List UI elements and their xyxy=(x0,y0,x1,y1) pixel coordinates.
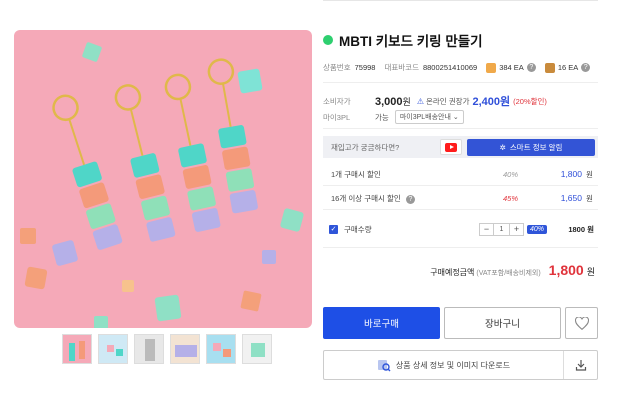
stock-count-1: 384 EA xyxy=(499,63,524,72)
restock-box: 재입고가 궁금하다면? ✲ 스마트 정보 알림 xyxy=(323,136,598,158)
online-price-label: 온라인 권장가 xyxy=(425,96,470,106)
discount-row-1: 1개 구매시 할인 40% 1,800 원 xyxy=(323,163,598,186)
discount-unit: 원 xyxy=(586,193,593,203)
expected-total-note: (VAT포함/배송비제외) xyxy=(476,270,541,277)
discount-amount: 1,650 xyxy=(560,193,582,203)
thumbnail-2[interactable] xyxy=(98,334,128,364)
expected-total-row: 구매예정금액 (VAT포함/배송비제외) 1,800 원 xyxy=(323,262,598,278)
stock-count-2: 16 EA xyxy=(557,63,579,72)
restock-question: 재입고가 궁금하다면? xyxy=(331,142,400,152)
wishlist-button[interactable] xyxy=(565,307,598,339)
my3pl-row: 마이3PL 가능 마이3PL배송안내 ⌄ xyxy=(323,110,464,124)
thumbnail-4[interactable] xyxy=(170,334,200,364)
help-icon[interactable]: ? xyxy=(526,63,536,72)
my3pl-value: 가능 xyxy=(375,112,389,122)
barcode-value: 8800251410069 xyxy=(422,63,478,72)
discount-name: 1개 구매시 할인 xyxy=(331,169,381,179)
online-discount: (20%할인) xyxy=(513,96,547,106)
discount-percent: 40% xyxy=(503,169,519,179)
product-code-value: 75998 xyxy=(354,63,376,72)
gear-icon: ✲ xyxy=(499,142,506,152)
help-icon[interactable]: ? xyxy=(581,63,591,72)
consumer-price-label: 소비자가 xyxy=(323,96,351,106)
youtube-icon xyxy=(445,142,457,152)
download-label: 상품 상세 정보 및 이미지 다운로드 xyxy=(395,360,511,370)
box-icon xyxy=(486,62,497,73)
youtube-button[interactable] xyxy=(440,139,462,155)
product-code-label: 상품번호 xyxy=(323,63,351,72)
download-box: 상품 상세 정보 및 이미지 다운로드 xyxy=(323,350,598,380)
my3pl-label: 마이3PL xyxy=(323,112,351,122)
divider xyxy=(323,82,598,83)
divider xyxy=(323,247,598,248)
thumbnail-6[interactable] xyxy=(242,334,272,364)
status-dot-icon xyxy=(323,35,333,45)
add-to-cart-button[interactable]: 장바구니 xyxy=(444,307,561,339)
help-icon[interactable]: ? xyxy=(405,194,415,204)
divider xyxy=(323,128,598,129)
quantity-total: 1800 원 xyxy=(568,224,594,234)
product-title-row: MBTI 키보드 키링 만들기 xyxy=(323,30,483,50)
expected-total-unit: 원 xyxy=(586,267,595,277)
quantity-row: ✓ 구매수량 − 1 + 40% 1800 원 xyxy=(323,218,598,240)
image-search-icon xyxy=(377,360,391,372)
boxes-icon xyxy=(544,62,555,73)
buy-now-button[interactable]: 바로구매 xyxy=(323,307,440,339)
quantity-input[interactable]: 1 xyxy=(493,223,510,235)
my3pl-shipping-select[interactable]: 마이3PL배송안내 ⌄ xyxy=(394,110,464,124)
thumbnail-3[interactable] xyxy=(134,334,164,364)
online-price: 2,400원 xyxy=(472,96,511,108)
smart-alert-label: 스마트 정보 알림 xyxy=(509,142,563,152)
discount-name: 16개 이상 구매시 할인 ? xyxy=(331,193,503,204)
quantity-plus-button[interactable]: + xyxy=(510,224,523,235)
download-icon xyxy=(575,360,586,371)
heart-icon xyxy=(574,316,589,330)
top-divider xyxy=(323,0,598,1)
download-button[interactable] xyxy=(563,351,597,379)
discount-amount: 1,800 xyxy=(560,169,582,179)
thumbnail-1[interactable] xyxy=(62,334,92,364)
price-row: 소비자가 3,000원 ⚠ 온라인 권장가 2,400원 (20%할인) xyxy=(323,93,547,109)
online-badge-icon: ⚠ xyxy=(416,96,424,106)
thumbnail-strip xyxy=(62,334,272,364)
expected-total-label: 구매예정금액 xyxy=(430,268,475,277)
product-meta: 상품번호 75998 대표바코드 8800251410069 384 EA ? … xyxy=(323,62,591,73)
download-info-button[interactable]: 상품 상세 정보 및 이미지 다운로드 xyxy=(324,358,563,372)
thumbnail-5[interactable] xyxy=(206,334,236,364)
discount-unit: 원 xyxy=(586,169,593,179)
quantity-checkbox[interactable]: ✓ xyxy=(329,224,338,234)
quantity-discount-badge: 40% xyxy=(527,224,548,234)
discount-percent: 45% xyxy=(503,193,519,203)
product-title: MBTI 키보드 키링 만들기 xyxy=(339,34,483,49)
discount-row-2: 16개 이상 구매시 할인 ? 45% 1,650 원 xyxy=(323,187,598,210)
expected-total-price: 1,800 xyxy=(548,262,584,278)
consumer-price: 3,000원 xyxy=(375,95,411,108)
smart-alert-button[interactable]: ✲ 스마트 정보 알림 xyxy=(467,138,595,156)
quantity-minus-button[interactable]: − xyxy=(480,224,493,235)
quantity-label: 구매수량 xyxy=(344,224,372,234)
barcode-label: 대표바코드 xyxy=(384,63,419,72)
quantity-stepper: − 1 + xyxy=(479,222,524,236)
main-product-image[interactable] xyxy=(14,30,312,328)
